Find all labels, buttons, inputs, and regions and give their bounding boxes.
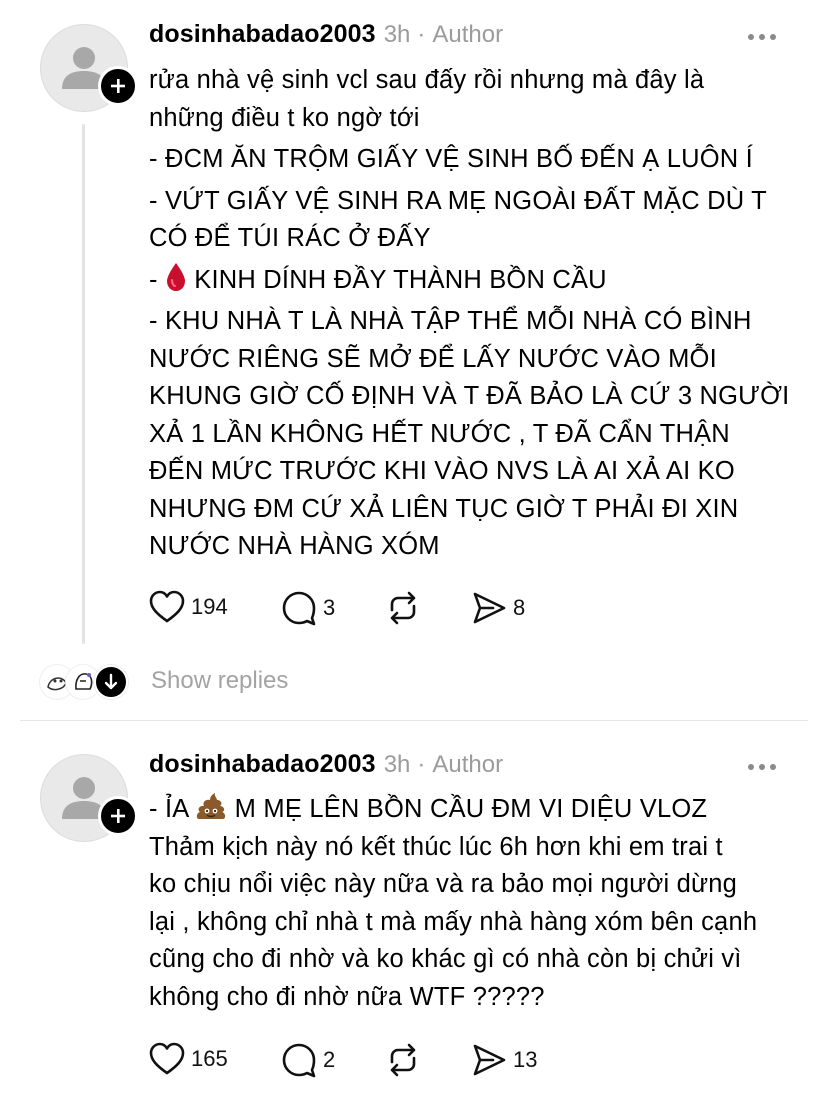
show-replies-link[interactable]: Show replies xyxy=(151,667,288,695)
like-button[interactable]: 165 xyxy=(149,1042,228,1076)
show-replies-row[interactable] xyxy=(40,662,128,702)
heart-icon xyxy=(149,590,185,623)
text-line: KHUNG GIỜ CỐ ĐỊNH VÀ T ĐÃ BẢO LÀ CỨ 3 NG… xyxy=(149,382,790,410)
repost-icon xyxy=(390,1043,416,1077)
more-icon xyxy=(748,764,754,770)
text-line: - xyxy=(149,265,165,294)
share-count: 8 xyxy=(513,595,526,620)
more-options-button[interactable] xyxy=(748,764,776,770)
username[interactable]: dosinhabadao2003 xyxy=(149,20,376,49)
text-line: những điều t ko ngờ tới xyxy=(149,103,420,132)
reply-count: 3 xyxy=(323,595,336,620)
text-line: ĐẾN MỨC TRƯỚC KHI VÀO NVS LÀ AI XẢ AI KO xyxy=(149,457,735,485)
more-icon-dot xyxy=(770,34,776,40)
like-button[interactable]: 194 xyxy=(149,590,228,624)
more-options-button[interactable] xyxy=(748,34,776,40)
reply-button[interactable]: 2 xyxy=(281,1042,335,1078)
share-button[interactable]: 8 xyxy=(471,590,525,626)
post-divider xyxy=(20,720,808,721)
share-count: 13 xyxy=(513,1047,538,1072)
blood-drop-icon xyxy=(166,262,185,291)
avatar-container[interactable] xyxy=(40,754,138,842)
text-line: ko chịu nổi việc này nữa và ra bảo mọi n… xyxy=(149,870,738,898)
thread-line xyxy=(82,124,85,644)
plus-icon xyxy=(111,809,125,823)
text-line: không cho đi nhờ nữa WTF ????? xyxy=(149,982,545,1011)
follow-plus-button[interactable] xyxy=(98,66,138,106)
post-body: - ỈA M MẸ LÊN BỒN CẦU ĐM VI DIỆU VLOZ Th… xyxy=(149,791,799,1016)
username[interactable]: dosinhabadao2003 xyxy=(149,750,376,779)
chevron-down-icon[interactable] xyxy=(94,665,128,699)
text-line: rửa nhà vệ sinh vcl sau đấy rồi nhưng mà… xyxy=(149,66,705,94)
plus-icon xyxy=(111,79,125,93)
follow-plus-button[interactable] xyxy=(98,796,138,836)
poop-icon xyxy=(197,793,226,819)
repost-button[interactable] xyxy=(385,1042,421,1078)
more-icon-dot xyxy=(759,34,765,40)
avatar-container[interactable] xyxy=(40,24,138,112)
timestamp: 3h xyxy=(383,751,411,778)
more-icon-dot xyxy=(770,764,776,770)
author-label: Author xyxy=(432,751,504,778)
text-line: XẢ 1 LẦN KHÔNG HẾT NƯỚC , T ĐÃ CẨN THẬN xyxy=(149,419,730,448)
post-header: dosinhabadao2003 3h · Author xyxy=(149,750,503,786)
heart-icon xyxy=(149,1042,185,1075)
reply-button[interactable]: 3 xyxy=(281,590,335,626)
text-line: KINH DÍNH ĐẦY THÀNH BỒN CẦU xyxy=(194,265,607,294)
text-line: M MẸ LÊN BỒN CẦU ĐM VI DIỆU VLOZ xyxy=(234,795,708,823)
text-line: CÓ ĐỂ TÚI RÁC Ở ĐẤY xyxy=(149,224,431,252)
post-paragraph: rửa nhà vệ sinh vcl sau đấy rồi nhưng mà… xyxy=(149,62,799,137)
repost-button[interactable] xyxy=(385,590,421,626)
text-line: NƯỚC RIÊNG SẼ MỞ ĐỂ LẤY NƯỚC VÀO MỖI xyxy=(149,344,717,373)
like-count: 165 xyxy=(191,1046,228,1071)
like-count: 194 xyxy=(191,594,228,619)
share-button[interactable]: 13 xyxy=(471,1042,537,1078)
post-paragraph: - ĐCM ĂN TRỘM GIẤY VỆ SINH BỐ ĐẾN Ạ LUÔN… xyxy=(149,141,799,179)
reply-count: 2 xyxy=(323,1047,336,1072)
post-body: rửa nhà vệ sinh vcl sau đấy rồi nhưng mà… xyxy=(149,62,799,566)
text-line: - KHU NHÀ T LÀ NHÀ TẬP THỂ MỖI NHÀ CÓ BÌ… xyxy=(149,307,752,335)
share-icon xyxy=(473,1044,506,1076)
post-header: dosinhabadao2003 3h · Author xyxy=(149,20,503,56)
meta-separator: · xyxy=(417,21,426,48)
post-paragraph: - KINH DÍNH ĐẦY THÀNH BỒN CẦU xyxy=(149,262,799,300)
timestamp: 3h xyxy=(383,21,411,48)
post-paragraph: - ỈA M MẸ LÊN BỒN CẦU ĐM VI DIỆU VLOZ Th… xyxy=(149,791,799,1016)
more-icon xyxy=(748,34,754,40)
author-label: Author xyxy=(432,21,504,48)
text-line: Thảm kịch này nó kết thúc lúc 6h hơn khi… xyxy=(149,832,723,861)
repost-icon xyxy=(390,591,416,625)
text-line: cũng cho đi nhờ và ko khác gì có nhà còn… xyxy=(149,945,742,973)
text-line: NƯỚC NHÀ HÀNG XÓM xyxy=(149,532,440,560)
post-paragraph: - KHU NHÀ T LÀ NHÀ TẬP THỂ MỖI NHÀ CÓ BÌ… xyxy=(149,303,799,566)
meta-separator: · xyxy=(417,751,426,778)
text-line: - ĐCM ĂN TRỘM GIẤY VỆ SINH BỐ ĐẾN Ạ LUÔN… xyxy=(149,145,753,173)
text-line: lại , không chỉ nhà t mà mấy nhà hàng xó… xyxy=(149,907,758,936)
share-icon xyxy=(473,592,506,624)
post-paragraph: - VỨT GIẤY VỆ SINH RA MẸ NGOÀI ĐẤT MẶC D… xyxy=(149,183,799,258)
text-line: - ỈA xyxy=(149,795,189,823)
more-icon-dot xyxy=(759,764,765,770)
comment-icon xyxy=(282,1043,316,1078)
text-line: NHƯNG ĐM CỨ XẢ LIÊN TỤC GIỜ T PHẢI ĐI XI… xyxy=(149,494,739,523)
comment-icon xyxy=(282,591,316,626)
text-line: - VỨT GIẤY VỆ SINH RA MẸ NGOÀI ĐẤT MẶC D… xyxy=(149,186,767,215)
